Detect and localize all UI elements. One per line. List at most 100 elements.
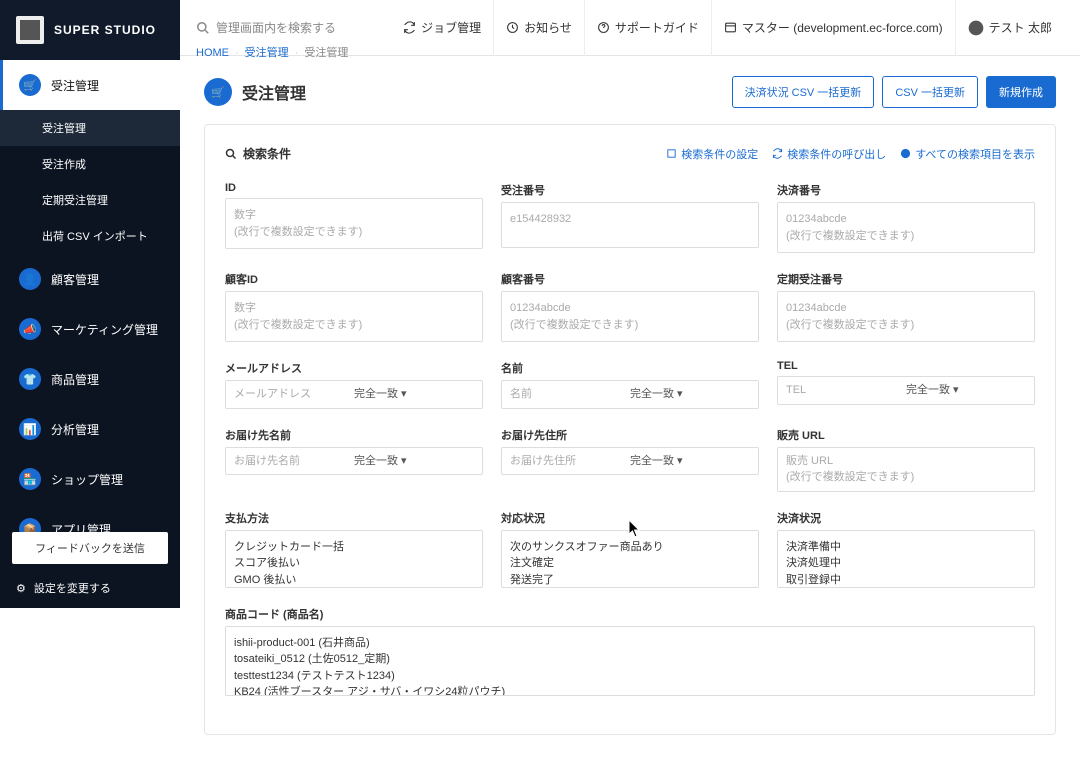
search-card-title: 検索条件 — [225, 145, 291, 162]
refresh-icon — [403, 21, 416, 34]
speaker-icon: 📣 — [19, 318, 41, 340]
label-tel: TEL — [777, 360, 1035, 372]
page-header: 🛒 受注管理 決済状況 CSV 一括更新 CSV 一括更新 新規作成 — [204, 76, 1056, 108]
label-payment-num: 決済番号 — [777, 182, 1035, 198]
top-user[interactable]: テスト 太郎 — [955, 0, 1064, 56]
brand-logo — [16, 16, 44, 44]
nav-analytics-label: 分析管理 — [51, 421, 99, 438]
top-links: ジョブ管理 お知らせ サポートガイド マスター (development.ec-… — [391, 0, 1064, 56]
nav-customers-label: 顧客管理 — [51, 271, 99, 288]
label-sale-url: 販売 URL — [777, 427, 1035, 443]
window-icon — [724, 21, 737, 34]
nav-analytics[interactable]: 📊 分析管理 — [0, 404, 180, 454]
sidebar: SUPER STUDIO 🛒 受注管理 受注管理 受注作成 定期受注管理 出荷 … — [0, 0, 180, 608]
input-order-num[interactable]: e154428932 — [501, 202, 759, 248]
subnav-subscription[interactable]: 定期受注管理 — [0, 182, 180, 218]
top-master[interactable]: マスター (development.ec-force.com) — [711, 0, 955, 56]
search-showall-link[interactable]: すべての検索項目を表示 — [900, 146, 1035, 162]
nav-products[interactable]: 👕 商品管理 — [0, 354, 180, 404]
brand: SUPER STUDIO — [0, 0, 180, 60]
select-payment-method[interactable]: クレジットカード一括スコア後払いGMO 後払いクレジットカード分割 — [225, 530, 483, 588]
crumb-2: 受注管理 — [304, 47, 348, 59]
avatar-icon — [968, 20, 984, 36]
nav-orders-label: 受注管理 — [51, 77, 99, 94]
label-ship-name: お届け先名前 — [225, 427, 483, 443]
search-settings-link[interactable]: 検索条件の設定 — [666, 146, 758, 162]
label-customer-id: 顧客ID — [225, 271, 483, 287]
nav-shop-label: ショップ管理 — [51, 471, 123, 488]
clock-icon — [506, 21, 519, 34]
match-tel[interactable]: 完全一致 ▾ — [906, 382, 1026, 399]
input-email[interactable]: メールアドレス完全一致 ▾ — [225, 380, 483, 409]
label-subscription-num: 定期受注番号 — [777, 271, 1035, 287]
user-icon: 👤 — [19, 268, 41, 290]
search-card: 検索条件 検索条件の設定 検索条件の呼び出し すべての検索項目を表示 ID 数字(… — [204, 124, 1056, 735]
select-product-code[interactable]: ishii-product-001 (石井商品)tosateiki_0512 (… — [225, 626, 1035, 696]
gear-icon: ⚙ — [16, 582, 26, 595]
match-ship-name[interactable]: 完全一致 ▾ — [354, 453, 474, 470]
settings-label: 設定を変更する — [34, 580, 111, 596]
brand-name: SUPER STUDIO — [54, 23, 156, 37]
global-search[interactable]: 管理画面内を検索する — [196, 19, 391, 36]
shop-icon: 🏪 — [19, 468, 41, 490]
label-customer-num: 顧客番号 — [501, 271, 759, 287]
nav-orders[interactable]: 🛒 受注管理 — [0, 60, 180, 110]
subnav-csv-import[interactable]: 出荷 CSV インポート — [0, 218, 180, 254]
shirt-icon: 👕 — [19, 368, 41, 390]
label-id: ID — [225, 182, 483, 194]
label-ship-addr: お届け先住所 — [501, 427, 759, 443]
input-subscription-num[interactable]: 01234abcde(改行で複数設定できます) — [777, 291, 1035, 342]
label-order-num: 受注番号 — [501, 182, 759, 198]
select-order-status[interactable]: 次のサンクスオファー商品あり注文確定発送完了配送完了 — [501, 530, 759, 588]
reload-icon — [772, 148, 783, 159]
input-payment-num[interactable]: 01234abcde(改行で複数設定できます) — [777, 202, 1035, 253]
crumb-home[interactable]: HOME — [196, 47, 229, 59]
chart-icon: 📊 — [19, 418, 41, 440]
input-tel[interactable]: TEL完全一致 ▾ — [777, 376, 1035, 405]
top-support[interactable]: サポートガイド — [584, 0, 711, 56]
feedback-button[interactable]: フィードバックを送信 — [12, 532, 168, 564]
match-ship-addr[interactable]: 完全一致 ▾ — [630, 453, 750, 470]
page-title: 受注管理 — [242, 80, 306, 104]
label-payment-status: 決済状況 — [777, 510, 1035, 526]
match-name[interactable]: 完全一致 ▾ — [630, 386, 750, 403]
input-customer-num[interactable]: 01234abcde(改行で複数設定できます) — [501, 291, 759, 342]
input-ship-addr[interactable]: お届け先住所完全一致 ▾ — [501, 447, 759, 476]
input-customer-id[interactable]: 数字(改行で複数設定できます) — [225, 291, 483, 342]
search-placeholder: 管理画面内を検索する — [216, 19, 336, 36]
square-icon — [666, 148, 677, 159]
nav-marketing[interactable]: 📣 マーケティング管理 — [0, 304, 180, 354]
input-sale-url[interactable]: 販売 URL(改行で複数設定できます) — [777, 447, 1035, 492]
crumb-1[interactable]: 受注管理 — [245, 47, 289, 59]
main-content: 🛒 受注管理 決済状況 CSV 一括更新 CSV 一括更新 新規作成 検索条件 … — [180, 0, 1080, 759]
label-email: メールアドレス — [225, 360, 483, 376]
label-payment-method: 支払方法 — [225, 510, 483, 526]
top-job[interactable]: ジョブ管理 — [391, 0, 493, 56]
settings-link[interactable]: ⚙ 設定を変更する — [16, 580, 111, 596]
input-id[interactable]: 数字(改行で複数設定できます) — [225, 198, 483, 249]
input-name[interactable]: 名前完全一致 ▾ — [501, 380, 759, 409]
subnav-orders[interactable]: 受注管理 — [0, 110, 180, 146]
nav-marketing-label: マーケティング管理 — [51, 321, 158, 338]
info-icon — [900, 148, 911, 159]
nav-customers[interactable]: 👤 顧客管理 — [0, 254, 180, 304]
csv-payment-update-button[interactable]: 決済状況 CSV 一括更新 — [732, 76, 875, 108]
csv-update-button[interactable]: CSV 一括更新 — [882, 76, 978, 108]
select-payment-status[interactable]: 決済準備中決済処理中取引登録中取引登録失敗 — [777, 530, 1035, 588]
search-icon — [196, 21, 210, 35]
help-icon — [597, 21, 610, 34]
label-name: 名前 — [501, 360, 759, 376]
input-ship-name[interactable]: お届け先名前完全一致 ▾ — [225, 447, 483, 476]
match-email[interactable]: 完全一致 ▾ — [354, 386, 474, 403]
top-news[interactable]: お知らせ — [493, 0, 584, 56]
search-icon — [225, 148, 237, 160]
subnav-order-create[interactable]: 受注作成 — [0, 146, 180, 182]
search-load-link[interactable]: 検索条件の呼び出し — [772, 146, 886, 162]
nav-shop[interactable]: 🏪 ショップ管理 — [0, 454, 180, 504]
cart-icon: 🛒 — [19, 74, 41, 96]
cart-icon: 🛒 — [204, 78, 232, 106]
nav-products-label: 商品管理 — [51, 371, 99, 388]
create-button[interactable]: 新規作成 — [986, 76, 1056, 108]
label-order-status: 対応状況 — [501, 510, 759, 526]
breadcrumb: HOME·受注管理·受注管理 — [180, 38, 364, 66]
